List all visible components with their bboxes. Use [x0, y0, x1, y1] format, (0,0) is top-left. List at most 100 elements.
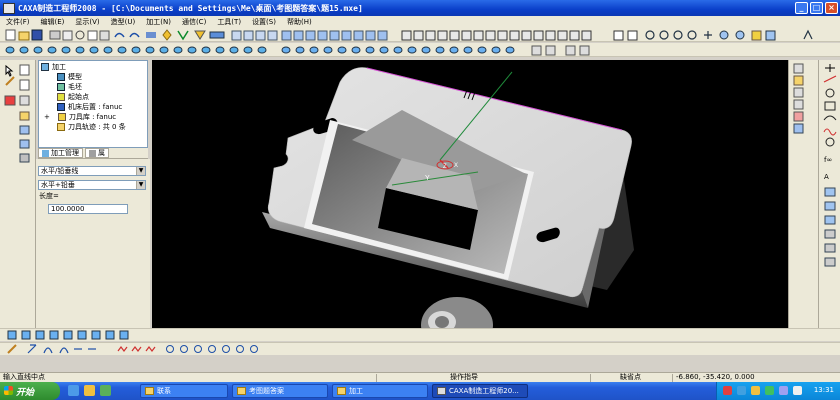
right-tool-strip-1 — [788, 60, 808, 328]
tree-item-model[interactable]: 模型 — [57, 72, 82, 82]
close-button[interactable]: × — [825, 2, 838, 14]
taskbar: 开始 联系 考图题答案 加工 CAXA制造工程师20... 13:31 — [0, 382, 840, 400]
app-icon[interactable] — [3, 2, 15, 14]
ellipse-icon — [825, 137, 835, 147]
line-properties-panel: 水平/铅垂线 ▼ 水平+铅垂 ▼ 长度= 100.0000 — [36, 159, 150, 328]
status-separator — [376, 374, 377, 382]
status-separator — [672, 374, 673, 382]
minimize-button[interactable]: _ — [795, 2, 808, 14]
task-machining[interactable]: 加工 — [332, 384, 428, 398]
status-bar: 输入直线中点 操作指导 缺省点 -6.860, -35.420, 0.000 — [0, 372, 840, 382]
title-bar: CAXA制造工程师2008 - [C:\Documents and Settin… — [0, 0, 840, 16]
boss-hole — [435, 316, 449, 328]
tab-machining-manager[interactable]: 加工管理 — [38, 148, 83, 158]
menu-settings[interactable]: 设置(S) — [252, 17, 276, 27]
3d-viewport[interactable]: Y Z X — [152, 60, 788, 328]
line-draw-icon — [823, 75, 837, 83]
menu-view[interactable]: 显示(V) — [75, 17, 99, 27]
maximize-button[interactable]: □ — [810, 2, 823, 14]
chevron-down-icon[interactable]: ▼ — [136, 167, 145, 175]
quicklaunch-explorer-icon[interactable] — [84, 385, 95, 396]
circle-icon — [825, 88, 835, 98]
folder-icon — [57, 123, 65, 131]
model-drawing: Y Z X — [262, 67, 634, 328]
axis-label-x: X — [454, 163, 458, 169]
chevron-down-icon[interactable]: ▼ — [136, 181, 145, 189]
blank-icon — [57, 83, 65, 91]
menu-machining[interactable]: 加工(N) — [146, 17, 171, 27]
arc-icon — [823, 115, 837, 121]
system-tray: 13:31 — [716, 382, 840, 400]
panel-tabs: 加工管理 属 — [38, 148, 148, 159]
folder-icon — [145, 387, 154, 395]
folder-icon — [337, 387, 346, 395]
right-scroll-area — [808, 60, 818, 328]
task-answers[interactable]: 考图题答案 — [232, 384, 328, 398]
tree-item-start-point[interactable]: 起始点 — [57, 92, 89, 102]
menu-file[interactable]: 文件(F) — [6, 17, 30, 27]
tray-icon[interactable] — [765, 386, 774, 395]
length-input[interactable]: 100.0000 — [48, 204, 128, 214]
task-contact[interactable]: 联系 — [140, 384, 228, 398]
clock: 13:31 — [813, 386, 834, 394]
properties-tab-icon — [89, 149, 96, 157]
machine-icon — [57, 103, 65, 111]
machining-toolbar-2 — [0, 342, 840, 355]
tab-properties[interactable]: 属 — [85, 148, 109, 158]
menu-bar: 文件(F) 编辑(E) 显示(V) 造型(U) 加工(N) 通信(C) 工具(T… — [0, 16, 840, 28]
caxa-app-icon — [437, 387, 446, 395]
machining-toolbar-1 — [0, 328, 840, 341]
axis-label-z: Z — [443, 164, 447, 170]
palette-icon — [4, 95, 16, 106]
tray-icon[interactable] — [779, 386, 788, 395]
tree-item-toolpath[interactable]: 刀具轨迹 : 共 0 条 — [57, 122, 126, 132]
line-type-select[interactable]: 水平/铅垂线 ▼ — [38, 166, 146, 176]
model-icon — [57, 73, 65, 81]
tray-icon[interactable] — [737, 386, 746, 395]
spline-icon — [823, 128, 837, 136]
task-caxa[interactable]: CAXA制造工程师20... — [432, 384, 528, 398]
machining-icon — [41, 63, 49, 71]
tray-icon[interactable] — [751, 386, 760, 395]
quicklaunch-desktop-icon[interactable] — [100, 385, 111, 396]
standard-toolbar — [0, 28, 840, 42]
tray-icon[interactable] — [723, 386, 732, 395]
pencil-icon — [5, 76, 15, 86]
menu-tools[interactable]: 工具(T) — [217, 17, 241, 27]
rectangle-icon — [824, 101, 836, 111]
toolbar-icons-row1 — [5, 29, 813, 41]
text-icon: A — [824, 173, 829, 181]
tree-item-postprocessor[interactable]: 机床后置 : fanuc — [57, 102, 122, 112]
start-button[interactable]: 开始 — [0, 382, 60, 400]
expand-icon[interactable]: + — [44, 113, 50, 121]
tree-root[interactable]: 加工 — [41, 62, 66, 72]
menu-help[interactable]: 帮助(H) — [287, 17, 312, 27]
window-title: CAXA制造工程师2008 - [C:\Documents and Settin… — [18, 3, 363, 13]
folder-icon — [237, 387, 246, 395]
toolbar-icons-row2 — [5, 45, 590, 56]
quicklaunch-ie-icon[interactable] — [68, 385, 79, 396]
volume-icon[interactable] — [793, 386, 802, 395]
tree-item-blank[interactable]: 毛坯 — [57, 82, 82, 92]
machining-tree: 加工 模型 毛坯 起始点 机床后置 : fanuc + 刀具库 : fanuc … — [38, 60, 148, 148]
menu-communication[interactable]: 通信(C) — [182, 17, 206, 27]
tree-item-tool-library[interactable]: + 刀具库 : fanuc — [44, 112, 116, 122]
right-tool-strip-2: f∞ A — [818, 60, 840, 328]
start-point-icon — [57, 93, 65, 101]
menu-edit[interactable]: 编辑(E) — [41, 17, 65, 27]
menu-modeling[interactable]: 造型(U) — [111, 17, 136, 27]
length-label: 长度= — [39, 192, 59, 200]
axis-label-y: Y — [425, 175, 430, 182]
pointer-icon — [5, 64, 14, 77]
left-tool-strip — [0, 60, 36, 328]
doc-icon — [19, 64, 30, 76]
status-separator — [590, 374, 591, 382]
window-controls: _ □ × — [795, 2, 838, 14]
direction-select[interactable]: 水平+铅垂 ▼ — [38, 180, 146, 190]
tool-icon — [57, 113, 66, 121]
windows-logo-icon — [4, 386, 13, 395]
feature-toolbar — [0, 43, 840, 57]
machining-tab-icon — [42, 149, 49, 157]
fx-icon: f∞ — [824, 156, 832, 164]
line-icon — [825, 64, 835, 72]
